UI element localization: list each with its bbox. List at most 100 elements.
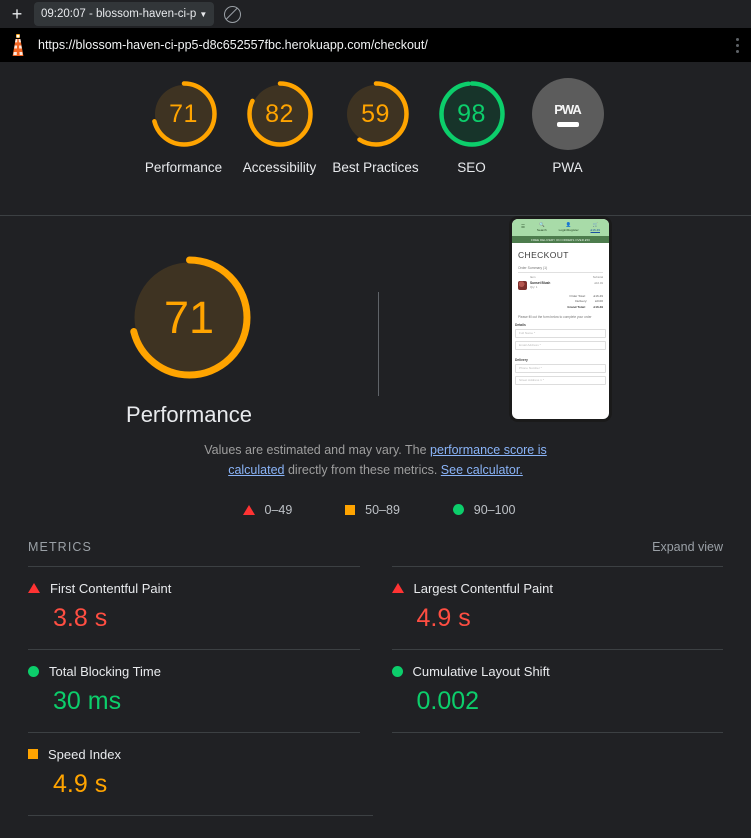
gauge-label-pwa: PWA <box>552 160 583 175</box>
thumb-field-email[interactable]: Email Address * <box>515 340 606 350</box>
thumb-grand-total-label: Grand Total: <box>567 304 586 309</box>
new-tab-button[interactable]: + <box>6 3 28 25</box>
lighthouse-icon <box>12 34 24 56</box>
metrics-bottom-divider <box>28 814 373 816</box>
gauge-label-performance: Performance <box>144 160 223 175</box>
thumbnail-viewport: ☰ 🔍 Search 👤 Login/Register 🛒 £16.49 FRE… <box>512 219 609 419</box>
gauge-best-practices[interactable]: 59 Best Practices <box>328 78 424 178</box>
legend-range-average: 50–89 <box>365 502 400 517</box>
metric-value: 30 ms <box>53 686 122 715</box>
metrics-section: METRICS Expand view First Contentful Pai… <box>0 540 751 816</box>
performance-title: Performance <box>126 402 252 427</box>
thumb-hamburger-icon: ☰ <box>520 224 525 230</box>
legend-pass: 90–100 <box>452 503 515 517</box>
metric-first-contentful-paint[interactable]: First Contentful Paint 3.8 s <box>28 565 360 649</box>
triangle-icon <box>391 583 404 593</box>
metric-name: First Contentful Paint <box>50 580 172 596</box>
see-calculator-link[interactable]: See calculator. <box>441 463 523 477</box>
gauge-pwa[interactable]: PWA PWA <box>520 78 616 178</box>
performance-section: 71 Performance Values are estimated and … <box>0 216 751 517</box>
metric-largest-contentful-paint[interactable]: Largest Contentful Paint 4.9 s <box>391 565 724 649</box>
metrics-grid: First Contentful Paint 3.8 s Largest Con… <box>28 565 724 815</box>
metrics-header: METRICS Expand view <box>28 540 723 554</box>
legend-average: 50–89 <box>345 503 400 517</box>
performance-score: 71 <box>163 291 215 343</box>
thumb-field-fullname-placeholder: Full Name * <box>519 331 536 336</box>
gauge-score-accessibility: 82 <box>265 99 294 128</box>
gauge-label-best-practices: Best Practices <box>332 160 419 175</box>
thumb-total-row: Order Total: £16.49 <box>518 294 603 298</box>
metric-cumulative-layout-shift[interactable]: Cumulative Layout Shift 0.002 <box>391 648 723 732</box>
metric-value: 4.9 s <box>53 769 108 798</box>
chevron-down-icon[interactable]: ▼ <box>199 10 207 19</box>
triangle-icon <box>242 504 255 515</box>
thumb-user-icon: 👤 Login/Register <box>558 222 579 232</box>
square-icon <box>345 504 356 515</box>
three-dot-menu[interactable] <box>729 37 745 53</box>
metric-value: 4.9 s <box>416 603 471 632</box>
score-gauges: 71 Performance 82 Accessibility 59 Best … <box>0 62 751 215</box>
desc-text-2: directly from these metrics. <box>284 463 441 478</box>
score-legend: 0–49 50–89 90–100 <box>211 503 541 517</box>
thumb-totals: Order Total: £16.49 Delivery: £0.00 Gran… <box>518 294 603 309</box>
gauge-accessibility[interactable]: 82 Accessibility <box>232 78 328 178</box>
thumb-field-phone-placeholder: Phone Number * <box>519 366 542 371</box>
url-text[interactable]: https://blossom-haven-ci-pp5-d8c652557fb… <box>38 38 719 52</box>
thumb-order-total-value: £16.49 <box>593 293 603 298</box>
metric-value: 0.002 <box>416 686 480 715</box>
thumb-total-row: Grand Total: £16.49 <box>518 305 603 309</box>
performance-gauge-block: 71 Performance <box>0 250 378 428</box>
thumb-total-row: Delivery: £0.00 <box>518 299 603 303</box>
metric-label-row: Largest Contentful Paint <box>391 580 724 596</box>
metric-speed-index[interactable]: Speed Index 4.9 s <box>28 731 360 815</box>
gauge-ring-pwa: PWA <box>531 78 604 150</box>
thumb-delivery-label: Delivery: <box>575 299 588 304</box>
performance-description: Values are estimated and may vary. The p… <box>202 440 550 481</box>
gauge-seo[interactable]: 98 SEO <box>424 78 520 178</box>
thumb-body: CHECKOUT Order Summary (1) Item Subtotal… <box>512 243 609 319</box>
thumb-field-street-placeholder: Street Address 1 * <box>519 378 544 383</box>
thumb-product-qty: Qty: 1 <box>530 284 538 289</box>
thumb-order-total-label: Order Total: <box>569 293 586 298</box>
expand-view-button[interactable]: Expand view <box>652 540 723 554</box>
browser-tab[interactable]: 09:20:07 - blossom-haven-ci-p ▼ <box>34 2 215 26</box>
vertical-divider <box>378 292 379 396</box>
metric-label-row: Speed Index <box>28 747 360 762</box>
thumb-field-email-placeholder: Email Address * <box>519 343 541 348</box>
metric-name: Largest Contentful Paint <box>413 580 553 596</box>
thumb-col-item: Item <box>530 274 536 279</box>
pwa-dash-icon <box>556 121 579 127</box>
gauge-label-accessibility: Accessibility <box>242 160 317 175</box>
no-entry-icon[interactable] <box>224 5 242 23</box>
thumb-product-price: £16.49 <box>594 280 603 285</box>
thumb-table-head: Item Subtotal <box>518 275 603 279</box>
thumb-col-subtotal: Subtotal <box>592 274 603 279</box>
square-icon <box>28 749 38 759</box>
gauge-score-seo: 98 <box>457 99 486 128</box>
thumb-field-street[interactable]: Street Address 1 * <box>515 375 606 385</box>
metric-label-row: Total Blocking Time <box>28 664 360 679</box>
browser-tab-title: 09:20:07 - blossom-haven-ci-p <box>41 8 197 20</box>
thumb-promo-banner: FREE DELIVERY ON ORDERS OVER £50 <box>512 236 609 243</box>
performance-big-gauge: 71 <box>122 250 257 385</box>
thumb-section-details: Details <box>515 322 526 327</box>
thumb-search-icon: 🔍 Search <box>536 222 547 232</box>
thumb-nav-search-label: Search <box>536 227 547 232</box>
thumb-field-phone[interactable]: Phone Number * <box>515 363 606 373</box>
page-screenshot-thumbnail[interactable]: ☰ 🔍 Search 👤 Login/Register 🛒 £16.49 FRE… <box>509 216 612 422</box>
thumb-section-delivery: Delivery <box>515 357 528 362</box>
gauge-performance[interactable]: 71 Performance <box>136 78 232 178</box>
gauge-ring-accessibility: 82 <box>244 78 316 150</box>
url-bar: https://blossom-haven-ci-pp5-d8c652557fb… <box>0 28 751 62</box>
thumb-divider <box>518 272 603 273</box>
gauge-ring-seo: 98 <box>436 78 508 150</box>
thumb-field-fullname[interactable]: Full Name * <box>515 328 606 338</box>
gauge-label-seo: SEO <box>457 160 486 175</box>
pwa-badge-text: PWA <box>554 101 582 117</box>
circle-icon <box>28 665 39 677</box>
metric-total-blocking-time[interactable]: Total Blocking Time 30 ms <box>28 648 360 732</box>
thumb-order-summary-label: Order Summary (1) <box>518 266 548 270</box>
browser-tab-strip: + 09:20:07 - blossom-haven-ci-p ▼ <box>0 0 751 28</box>
thumb-product-row: Sunset Blush Qty: 1 £16.49 <box>518 280 603 290</box>
thumb-cart-icon: 🛒 £16.49 <box>590 221 600 233</box>
